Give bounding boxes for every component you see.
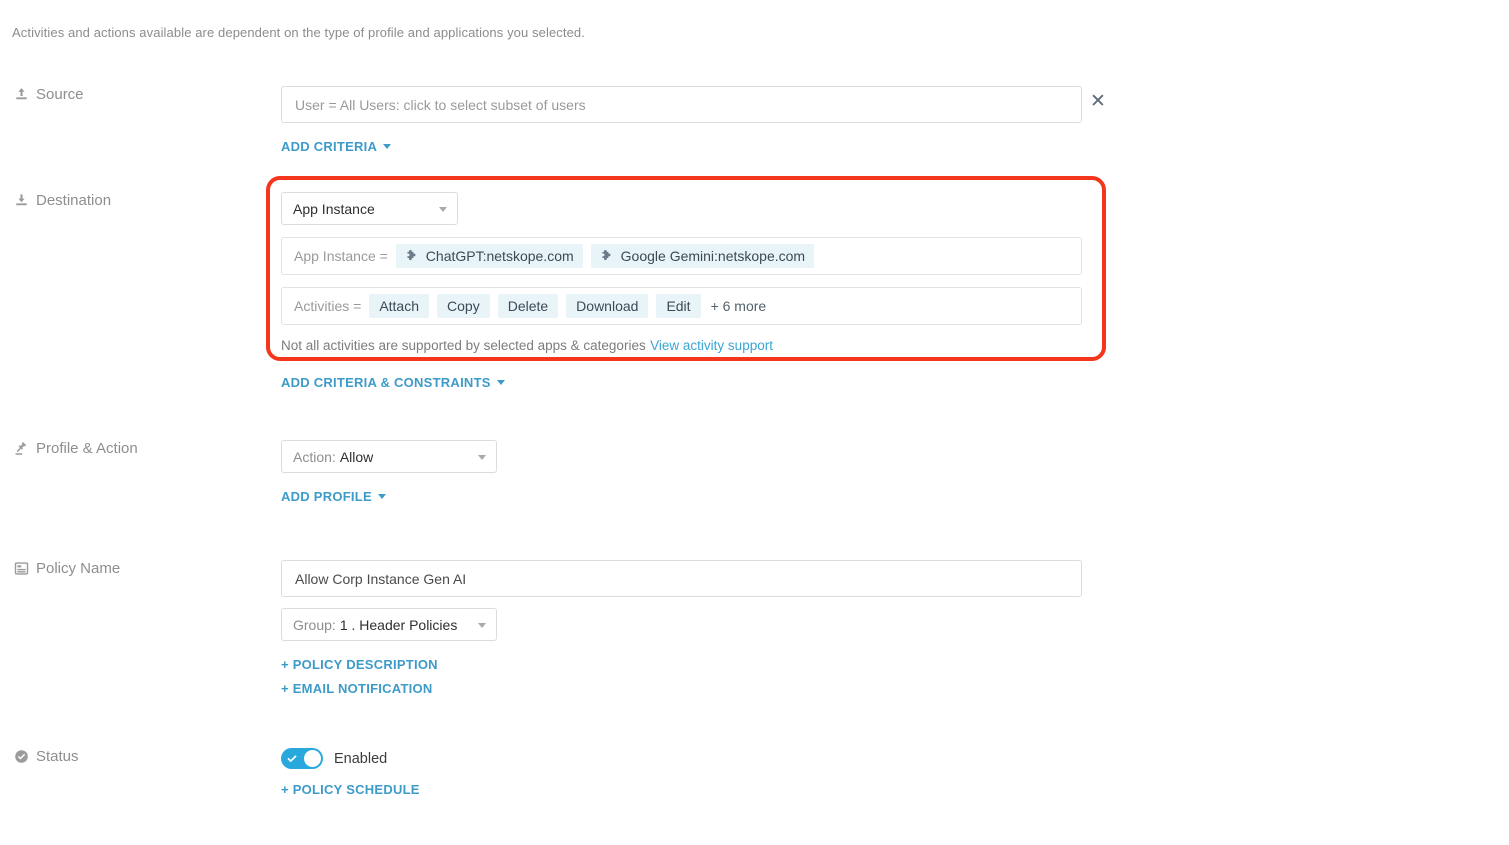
app-instance-chip[interactable]: ChatGPT:netskope.com xyxy=(395,244,583,268)
puzzle-piece-icon xyxy=(405,249,419,263)
app-instance-criteria-key: App Instance = xyxy=(294,248,388,264)
check-circle-icon xyxy=(14,749,29,764)
action-select-value: Allow xyxy=(339,448,374,465)
chevron-down-icon xyxy=(439,206,447,212)
destination-type-value: App Instance xyxy=(293,200,375,217)
policy-group-value: 1 . Header Policies xyxy=(339,616,458,633)
status-label-text: Status xyxy=(36,748,79,765)
email-notification-link[interactable]: + EMAIL NOTIFICATION xyxy=(281,681,1082,696)
status-enabled-toggle[interactable] xyxy=(281,748,323,769)
policy-form-page: Activities and actions available are dep… xyxy=(0,0,1509,845)
activity-chip[interactable]: Edit xyxy=(656,294,701,318)
profile-action-fields: Action: Allow ADD PROFILE xyxy=(281,440,497,506)
add-profile-button[interactable]: ADD PROFILE xyxy=(281,489,386,504)
policy-name-fields: Allow Corp Instance Gen AI Group: 1 . He… xyxy=(281,560,1082,696)
status-toggle-label: Enabled xyxy=(334,750,388,767)
destination-label-text: Destination xyxy=(36,192,112,209)
destination-fields: App Instance App Instance = ChatGPT:nets… xyxy=(281,192,1082,392)
destination-add-criteria-constraints-button[interactable]: ADD CRITERIA & CONSTRAINTS xyxy=(281,375,505,390)
policy-description-link[interactable]: + POLICY DESCRIPTION xyxy=(281,657,1082,672)
app-instance-chip-label: ChatGPT:netskope.com xyxy=(425,248,574,264)
status-fields: Enabled + POLICY SCHEDULE xyxy=(281,748,420,797)
app-instance-chip[interactable]: Google Gemini:netskope.com xyxy=(590,244,815,268)
destination-section-label: Destination xyxy=(14,192,111,209)
source-criteria-remove-button[interactable]: ✕ xyxy=(1088,92,1108,112)
app-instance-criteria-row[interactable]: App Instance = ChatGPT:netskope.com Goog… xyxy=(281,237,1082,275)
puzzle-piece-icon xyxy=(600,249,614,263)
policy-name-input[interactable]: Allow Corp Instance Gen AI xyxy=(281,560,1082,597)
policy-group-select[interactable]: Group: 1 . Header Policies xyxy=(281,608,497,641)
activities-criteria-key: Activities = xyxy=(294,298,362,314)
policy-schedule-link[interactable]: + POLICY SCHEDULE xyxy=(281,782,420,797)
activity-chip[interactable]: Download xyxy=(566,294,649,318)
chevron-down-icon xyxy=(478,622,486,628)
chevron-down-icon xyxy=(478,454,486,460)
policy-name-section-label: Policy Name xyxy=(14,560,120,577)
destination-add-criteria-label: ADD CRITERIA & CONSTRAINTS xyxy=(281,375,491,390)
policy-group-prefix: Group: xyxy=(293,616,336,633)
profile-action-label-text: Profile & Action xyxy=(36,440,138,457)
action-select-prefix: Action: xyxy=(293,448,336,465)
download-icon xyxy=(14,193,29,208)
add-profile-label: ADD PROFILE xyxy=(281,489,372,504)
activity-support-note: Not all activities are supported by sele… xyxy=(281,338,646,353)
activity-chip[interactable]: Delete xyxy=(497,294,559,318)
source-criteria-input[interactable]: User = All Users: click to select subset… xyxy=(281,86,1082,123)
activity-support-note-row: Not all activities are supported by sele… xyxy=(281,337,1082,355)
source-fields: User = All Users: click to select subset… xyxy=(281,86,1082,156)
destination-type-select[interactable]: App Instance xyxy=(281,192,458,225)
source-add-criteria-label: ADD CRITERIA xyxy=(281,139,378,154)
activities-criteria-row[interactable]: Activities = Attach Copy Delete Download… xyxy=(281,287,1082,325)
toggle-knob[interactable] xyxy=(304,750,321,767)
action-select[interactable]: Action: Allow xyxy=(281,440,497,473)
upload-icon xyxy=(14,87,29,102)
status-toggle-row: Enabled xyxy=(281,748,420,769)
gavel-icon xyxy=(14,441,29,456)
view-activity-support-link[interactable]: View activity support xyxy=(650,338,773,353)
profile-action-section-label: Profile & Action xyxy=(14,440,138,457)
chevron-down-icon xyxy=(383,144,392,149)
activities-more-count[interactable]: + 6 more xyxy=(711,298,767,314)
chevron-down-icon xyxy=(496,380,505,385)
policy-name-label-text: Policy Name xyxy=(36,560,121,577)
form-hint-text: Activities and actions available are dep… xyxy=(12,25,585,40)
chevron-down-icon xyxy=(377,494,386,499)
form-icon xyxy=(14,561,29,576)
source-add-criteria-button[interactable]: ADD CRITERIA xyxy=(281,139,392,154)
app-instance-chip-label: Google Gemini:netskope.com xyxy=(620,248,806,264)
status-section-label: Status xyxy=(14,748,79,765)
activity-chip[interactable]: Attach xyxy=(369,294,430,318)
activity-chip[interactable]: Copy xyxy=(437,294,490,318)
source-section-label: Source xyxy=(14,86,84,103)
source-label-text: Source xyxy=(36,86,84,103)
check-icon xyxy=(286,753,298,765)
